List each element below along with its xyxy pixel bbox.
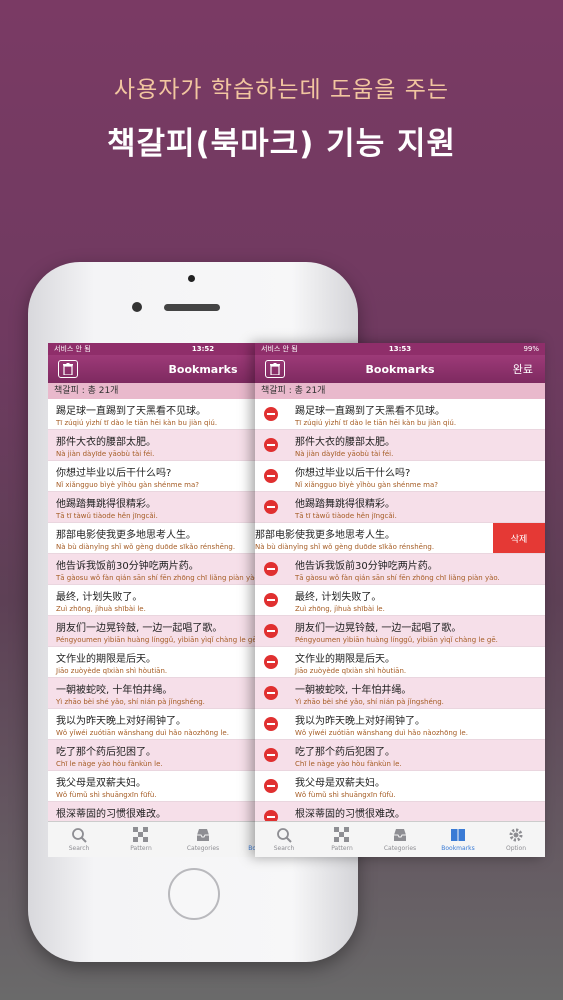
book-icon (450, 827, 466, 843)
grid-icon (334, 827, 350, 843)
screen-bookmarks-edit: 서비스 안 됨 13:53 99% Bookmarks 완료 책갈피 : 총 2… (255, 343, 545, 857)
tab-label: Bookmarks (441, 845, 475, 852)
delete-circle-icon[interactable] (264, 407, 278, 421)
delete-circle-icon[interactable] (264, 500, 278, 514)
delete-circle-icon[interactable] (264, 593, 278, 607)
grid-icon (133, 827, 149, 843)
gear-icon (508, 827, 524, 843)
sentence-chinese: 那件大衣的腰部太肥。 (295, 437, 395, 448)
tab-categories[interactable]: Categories (172, 822, 234, 857)
tab-label: Pattern (331, 845, 353, 852)
sentence-pinyin: Nà jiàn dàyīde yāobù tài féi. (295, 450, 394, 458)
promo-title: 책갈피(북마크) 기능 지원 (106, 126, 457, 162)
list-item[interactable]: 我父母是双薪夫妇。 Wǒ fùmǔ shì shuāngxīn fūfù. (255, 771, 545, 802)
trash-button[interactable] (58, 360, 78, 378)
delete-button[interactable]: 삭제 (493, 523, 545, 553)
inbox-icon (195, 827, 211, 843)
delete-circle-icon[interactable] (264, 779, 278, 793)
tab-categories[interactable]: Categories (371, 822, 429, 857)
list-item[interactable]: 最终, 计划失败了。 Zuì zhōng, jìhuà shībài le. (255, 585, 545, 616)
sentence-pinyin: Tā gàosu wǒ fàn qián sān shí fēn zhōng c… (295, 574, 500, 582)
delete-circle-icon[interactable] (264, 686, 278, 700)
tab-label: Search (273, 845, 295, 852)
list-item[interactable]: 我以为昨天晚上对好闹钟了。 Wǒ yǐwéi zuótiān wǎnshang d… (255, 709, 545, 740)
list-item[interactable]: 踢足球一直踢到了天黑看不见球。 Tī zúqiú yìzhí tī dào le … (255, 399, 545, 430)
trash-button[interactable] (265, 360, 285, 378)
trash-icon (63, 363, 73, 375)
list-item[interactable]: 那件大衣的腰部太肥。 Nà jiàn dàyīde yāobù tài féi. (255, 430, 545, 461)
sentence-pinyin: Wǒ yǐwéi zuótiān wǎnshang duì hǎo nàozhō… (295, 729, 468, 737)
list-item[interactable]: 他踢踏舞跳得很精彩。 Tā tī tàwǔ tiàode hěn jīngcǎi. (255, 492, 545, 523)
promo-headline: 사용자가 학습하는데 도움을 주는 책갈피(북마크) 기능 지원 (0, 70, 563, 163)
delete-circle-icon[interactable] (264, 469, 278, 483)
sentence-chinese: 最终, 计划失败了。 (295, 592, 382, 603)
list-item[interactable]: 一朝被蛇咬, 十年怕井绳。 Yì zhāo bèi shé yǎo, shí ni… (255, 678, 545, 709)
phone-sensor-dot (188, 275, 195, 282)
sentence-pinyin: Chī le nàge yào hòu fànkùn le. (295, 760, 402, 768)
bookmark-list-edit: 踢足球一直踢到了天黑看不见球。 Tī zúqiú yìzhí tī dào le … (255, 399, 545, 833)
delete-circle-icon[interactable] (264, 624, 278, 638)
list-item[interactable]: 那部电影使我更多地思考人生。 Nà bù diànyǐng shǐ wǒ gèng… (255, 523, 545, 554)
nav-bar: Bookmarks 완료 (255, 355, 545, 383)
sentence-pinyin: Tī zúqiú yìzhí tī dào le tiān hēi kàn bu… (295, 419, 457, 427)
sentence-chinese: 吃了那个药后犯困了。 (295, 747, 395, 758)
tab-label: Pattern (130, 845, 152, 852)
tab-label: Categories (186, 845, 220, 852)
search-icon (276, 827, 292, 843)
sentence-pinyin: Péngyoumen yìbiān huàng línggǔ, yìbiān y… (295, 636, 498, 644)
delete-circle-icon[interactable] (264, 717, 278, 731)
sentence-chinese: 一朝被蛇咬, 十年怕井绳。 (295, 685, 412, 696)
tab-bar: Search Pattern Categories Bookmarks Option (255, 821, 545, 857)
tab-option[interactable]: Option (487, 822, 545, 857)
sentence-chinese: 我父母是双薪夫妇。 (295, 778, 385, 789)
sentence-chinese: 你想过毕业以后干什么吗? (295, 468, 411, 479)
sentence-pinyin: Nǐ xiǎngguo bìyè yǐhòu gàn shénme ma? (295, 481, 438, 489)
phone-camera (132, 302, 142, 312)
delete-circle-icon[interactable] (264, 748, 278, 762)
sentence-pinyin: Jiāo zuòyède qīxiàn shì hòutiān. (295, 667, 407, 675)
sentence-chinese: 他告诉我饭前30分钟吃两片药。 (295, 561, 438, 572)
delete-circle-icon[interactable] (264, 562, 278, 576)
sentence-chinese: 他踢踏舞跳得很精彩。 (295, 499, 395, 510)
status-bar: 서비스 안 됨 13:53 99% (255, 343, 545, 355)
sentence-pinyin: Zuì zhōng, jìhuà shībài le. (295, 605, 385, 613)
sentence-pinyin: Wǒ fùmǔ shì shuāngxīn fūfù. (295, 791, 396, 799)
done-button[interactable]: 완료 (513, 361, 533, 377)
tab-search[interactable]: Search (255, 822, 313, 857)
sentence-chinese: 踢足球一直踢到了天黑看不见球。 (295, 406, 445, 417)
tab-search[interactable]: Search (48, 822, 110, 857)
sentence-chinese: 我以为昨天晚上对好闹钟了。 (295, 716, 425, 727)
search-icon (71, 827, 87, 843)
tab-pattern[interactable]: Pattern (313, 822, 371, 857)
tab-label: Option (505, 845, 527, 852)
sentence-chinese: 朋友们一边晃铃鼓, 一边一起唱了歌。 (295, 623, 462, 634)
sentence-chinese: 根深蒂固的习惯很难改。 (295, 809, 405, 820)
nav-title: Bookmarks (168, 362, 238, 376)
tab-bookmarks[interactable]: Bookmarks (429, 822, 487, 857)
sentence-chinese: 文作业的期限是后天。 (295, 654, 395, 665)
home-button[interactable] (168, 868, 220, 920)
tab-label: Categories (383, 845, 417, 852)
inbox-icon (392, 827, 408, 843)
list-item[interactable]: 文作业的期限是后天。 Jiāo zuòyède qīxiàn shì hòutiā… (255, 647, 545, 678)
clock: 13:53 (388, 345, 412, 353)
list-item[interactable]: 他告诉我饭前30分钟吃两片药。 Tā gàosu wǒ fàn qián sān … (255, 554, 545, 585)
delete-circle-icon[interactable] (264, 655, 278, 669)
bookmark-count: 책갈피 : 총 21개 (255, 383, 545, 399)
nav-title: Bookmarks (365, 362, 435, 376)
battery-level: 99% (523, 345, 539, 353)
trash-icon (270, 363, 280, 375)
sentence-pinyin: Tā tī tàwǔ tiàode hěn jīngcǎi. (295, 512, 397, 520)
tab-pattern[interactable]: Pattern (110, 822, 172, 857)
list-item[interactable]: 朋友们一边晃铃鼓, 一边一起唱了歌。 Péngyoumen yìbiān huàn… (255, 616, 545, 647)
delete-circle-icon[interactable] (264, 438, 278, 452)
promo-subtitle: 사용자가 학습하는데 도움을 주는 (113, 77, 450, 103)
tab-label: Search (68, 845, 90, 852)
list-item[interactable]: 吃了那个药后犯困了。 Chī le nàge yào hòu fànkùn le. (255, 740, 545, 771)
list-item[interactable]: 你想过毕业以后干什么吗? Nǐ xiǎngguo bìyè yǐhòu gàn s… (255, 461, 545, 492)
sentence-pinyin: Yì zhāo bèi shé yǎo, shí nián pà jǐngshé… (295, 698, 444, 706)
phone-speaker (164, 304, 220, 311)
